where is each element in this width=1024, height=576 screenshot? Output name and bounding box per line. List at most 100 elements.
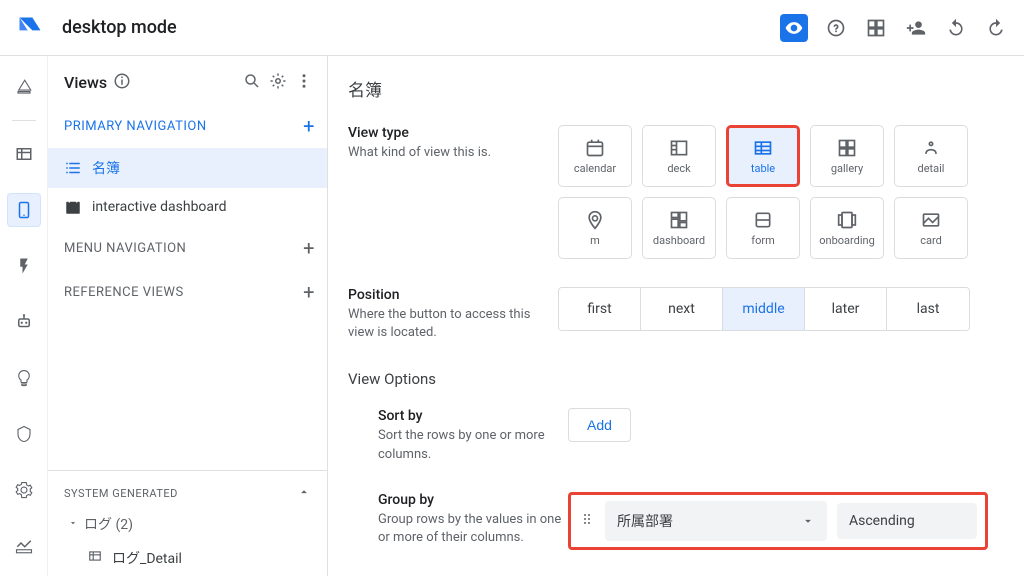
field-position: Position Where the button to access this… (348, 287, 1024, 342)
group-by-order-value: Ascending (849, 513, 915, 529)
nav-item-dashboard[interactable]: interactive dashboard (48, 188, 327, 226)
calendar-icon (585, 138, 605, 158)
position-next[interactable]: next (641, 288, 723, 330)
rail-automation-icon[interactable] (7, 305, 41, 339)
view-type-label: deck (667, 162, 690, 175)
section-reference-label: REFERENCE VIEWS (64, 285, 184, 300)
sysgen-group-label: ログ (2) (84, 514, 133, 534)
view-type-card[interactable]: card (894, 197, 968, 259)
undo-icon[interactable] (944, 16, 968, 40)
list-icon (64, 159, 82, 177)
nav-item-label: interactive dashboard (92, 199, 227, 215)
section-menu-label: MENU NAVIGATION (64, 241, 186, 256)
gallery-icon (837, 138, 857, 158)
rail-actions-icon[interactable] (7, 249, 41, 283)
sort-by-title: Sort by (378, 408, 568, 424)
group-by-desc: Group rows by the values in one or more … (378, 511, 568, 547)
main-content: 名簿 View type What kind of view this is. … (328, 56, 1024, 576)
view-type-label: dashboard (653, 234, 705, 247)
card-icon (921, 210, 941, 230)
preview-icon[interactable] (780, 14, 808, 42)
topbar-actions (780, 14, 1008, 42)
info-icon[interactable] (113, 72, 133, 92)
add-sort-button[interactable]: Add (568, 408, 631, 442)
rail-intelligence-icon[interactable] (7, 361, 41, 395)
sysgen-sub-item[interactable]: ログ_Detail (48, 540, 327, 576)
rail-separator (12, 120, 36, 121)
system-generated: SYSTEM GENERATED ログ (2) ログ_Detail (48, 470, 327, 576)
section-reference-views[interactable]: REFERENCE VIEWS + (48, 270, 327, 314)
rail-views-icon[interactable] (7, 193, 41, 227)
section-menu-nav[interactable]: MENU NAVIGATION + (48, 226, 327, 270)
group-by-row: 所属部署 Ascending (568, 492, 988, 550)
views-panel: Views PRIMARY NAVIGATION + 名簿 interactiv… (48, 56, 328, 576)
position-later[interactable]: later (805, 288, 887, 330)
dashboard-icon (669, 210, 689, 230)
section-primary-nav[interactable]: PRIMARY NAVIGATION + (48, 104, 327, 148)
position-last[interactable]: last (887, 288, 969, 330)
view-type-label: form (751, 234, 774, 247)
add-person-icon[interactable] (904, 16, 928, 40)
position-desc: Where the button to access this view is … (348, 306, 558, 342)
add-primary-icon[interactable]: + (303, 114, 315, 138)
collapse-icon[interactable] (297, 485, 311, 502)
view-type-label: detail (918, 162, 945, 175)
view-type-label: m (590, 234, 600, 247)
calendar-solid-icon (64, 198, 82, 216)
add-reference-icon[interactable]: + (303, 280, 315, 304)
field-sort-by: Sort by Sort the rows by one or more col… (348, 408, 1024, 463)
grid-icon[interactable] (864, 16, 888, 40)
rail-home-icon[interactable] (7, 70, 41, 104)
views-header: Views (48, 56, 327, 104)
rail-settings-icon[interactable] (7, 473, 41, 507)
view-type-form[interactable]: form (726, 197, 800, 259)
view-type-detail[interactable]: detail (894, 125, 968, 187)
nav-item-meibo[interactable]: 名簿 (48, 148, 327, 188)
form-icon (753, 210, 773, 230)
add-menu-icon[interactable]: + (303, 236, 315, 260)
view-type-label: onboarding (819, 234, 875, 247)
chevron-down-icon (801, 514, 815, 528)
rail-manage-icon[interactable] (7, 529, 41, 563)
group-by-order[interactable]: Ascending (837, 503, 977, 539)
view-name: 名簿 (348, 76, 1024, 101)
sysgen-sub-label: ログ_Detail (112, 548, 182, 568)
position-row: firstnextmiddlelaterlast (558, 287, 970, 331)
rail-data-icon[interactable] (7, 137, 41, 171)
more-vert-icon[interactable] (295, 72, 315, 92)
position-first[interactable]: first (559, 288, 641, 330)
deck-icon (669, 138, 689, 158)
view-type-deck[interactable]: deck (642, 125, 716, 187)
search-icon[interactable] (243, 72, 263, 92)
onboarding-icon (837, 210, 857, 230)
table-icon (753, 138, 773, 158)
group-by-select[interactable]: 所属部署 (605, 501, 827, 541)
view-type-label: gallery (831, 162, 863, 175)
redo-icon[interactable] (984, 16, 1008, 40)
position-middle[interactable]: middle (723, 288, 805, 330)
views-title: Views (64, 73, 107, 92)
help-icon[interactable] (824, 16, 848, 40)
gear-icon[interactable] (269, 72, 289, 92)
view-type-onboarding[interactable]: onboarding (810, 197, 884, 259)
view-type-gallery[interactable]: gallery (810, 125, 884, 187)
view-type-dashboard[interactable]: dashboard (642, 197, 716, 259)
appsheet-logo (16, 14, 44, 42)
view-type-label: card (920, 234, 942, 247)
table-sm-icon (88, 549, 102, 567)
rail-security-icon[interactable] (7, 417, 41, 451)
view-type-calendar[interactable]: calendar (558, 125, 632, 187)
view-type-table[interactable]: table (726, 125, 800, 187)
detail-icon (921, 138, 941, 158)
icon-rail (0, 56, 48, 576)
sort-by-desc: Sort the rows by one or more columns. (378, 427, 568, 463)
drag-handle-icon[interactable] (579, 511, 595, 531)
sysgen-group[interactable]: ログ (2) (48, 508, 327, 540)
field-group-by: Group by Group rows by the values in one… (348, 492, 1024, 550)
view-type-title: View type (348, 125, 558, 141)
position-title: Position (348, 287, 558, 303)
view-type-label: calendar (574, 162, 616, 175)
view-type-m[interactable]: m (558, 197, 632, 259)
view-type-label: table (751, 162, 775, 175)
sysgen-header[interactable]: SYSTEM GENERATED (48, 471, 327, 508)
